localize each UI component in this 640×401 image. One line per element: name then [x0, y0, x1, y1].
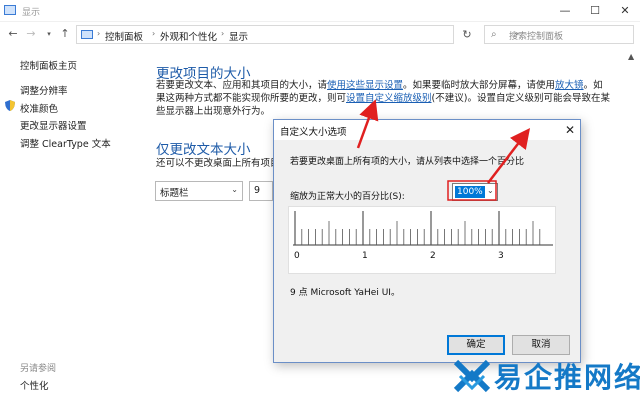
logo-mark-icon: [453, 359, 491, 393]
watermark-logo: 易企推网络: [452, 352, 640, 398]
annotation-arrows: [356, 99, 531, 201]
watermark-text: 易企推网络: [494, 361, 640, 394]
arrow-to-custom-scaling: [356, 99, 379, 149]
percent-highlight-box: [447, 180, 497, 201]
arrow-to-percent-select: [487, 128, 531, 184]
